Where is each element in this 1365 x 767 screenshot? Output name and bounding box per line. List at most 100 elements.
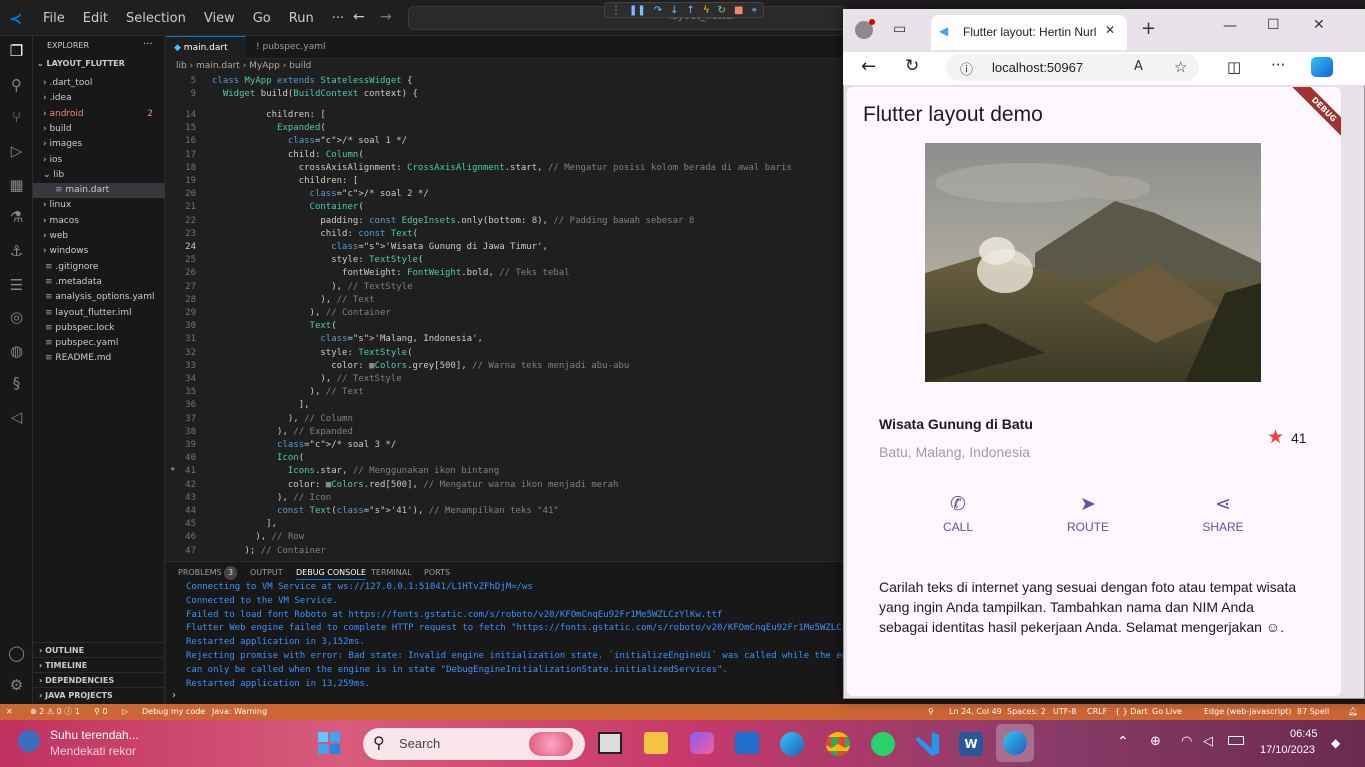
- tree-item[interactable]: › build: [33, 122, 165, 137]
- clock-time[interactable]: 06:45: [1290, 728, 1318, 740]
- code-line[interactable]: crossAxisAlignment: CrossAxisAlignment.s…: [212, 162, 792, 175]
- run-debug-icon[interactable]: ▷: [7, 142, 26, 161]
- tree-item[interactable]: ≡ layout_flutter.iml: [33, 306, 165, 321]
- tree-item[interactable]: ≡ .metadata: [33, 275, 165, 290]
- panel-tab[interactable]: DEBUG CONSOLE: [296, 566, 367, 580]
- code-line[interactable]: ), // Row: [212, 531, 304, 544]
- java-status[interactable]: Java: Warning: [212, 704, 267, 720]
- menu-item[interactable]: File: [34, 11, 74, 26]
- encoding[interactable]: UTF-8: [1053, 704, 1076, 720]
- address-bar[interactable]: ⓘ localhost:50967 A ☆: [946, 54, 1199, 81]
- whatsapp-icon[interactable]: [871, 732, 895, 756]
- browser-tab-active[interactable]: ◀ Flutter layout: Hertin Nurl ✕: [931, 15, 1127, 50]
- file-explorer-icon[interactable]: [644, 732, 668, 754]
- code-line[interactable]: class="s">'Wisata Gunung di Jawa Timur',: [212, 241, 548, 254]
- extensions-icon[interactable]: ▦: [7, 176, 26, 195]
- tree-item[interactable]: ≡ analysis_options.yaml: [33, 290, 165, 305]
- code-line[interactable]: ), // Column: [212, 413, 353, 426]
- edge-active-taskbar-button[interactable]: [996, 724, 1034, 762]
- docker-icon[interactable]: ◍: [7, 342, 26, 361]
- clock-date[interactable]: 17/10/2023: [1260, 744, 1315, 756]
- live-share-icon[interactable]: ◁: [7, 408, 26, 427]
- menu-item[interactable]: Edit: [74, 11, 117, 26]
- inspect-icon[interactable]: ⌖: [751, 5, 757, 16]
- wifi-icon[interactable]: ◠: [1181, 734, 1192, 749]
- refresh-icon[interactable]: ↻: [905, 56, 919, 76]
- split-screen-icon[interactable]: ◫: [1227, 58, 1241, 76]
- code-line[interactable]: children: [: [212, 109, 326, 122]
- call-button[interactable]: ✆ CALL: [918, 493, 998, 534]
- python-icon[interactable]: §: [7, 374, 26, 393]
- sidebar-section[interactable]: › JAVA PROJECTS: [33, 687, 165, 702]
- read-aloud-icon[interactable]: A: [1134, 59, 1143, 74]
- code-line[interactable]: class="c">/* soal 1 */: [212, 135, 407, 148]
- network-vpn-icon[interactable]: ⊕: [1150, 734, 1161, 749]
- maximize-icon[interactable]: ☐: [1267, 17, 1280, 33]
- code-line[interactable]: ), // TextStyle: [212, 373, 401, 386]
- tree-item[interactable]: ⌄ lib: [33, 168, 165, 183]
- panel-tab[interactable]: PROBLEMS: [178, 566, 222, 580]
- code-line[interactable]: ), // Expanded: [212, 426, 353, 439]
- battery-icon[interactable]: [1228, 736, 1244, 745]
- chevron-up-icon[interactable]: ⌃: [1117, 734, 1129, 750]
- source-control-icon[interactable]: ⑂: [7, 108, 26, 127]
- restart-icon[interactable]: ↻: [718, 5, 726, 16]
- url-text[interactable]: localhost:50967: [992, 60, 1083, 75]
- settings-gear-icon[interactable]: ⚙: [7, 676, 26, 695]
- site-info-icon[interactable]: ⓘ: [960, 59, 973, 78]
- testing-icon[interactable]: ⚗: [7, 208, 26, 227]
- tree-item[interactable]: ≡ .gitignore: [33, 260, 165, 275]
- menu-item[interactable]: Selection: [117, 11, 195, 26]
- pause-icon[interactable]: ❚❚: [629, 5, 646, 16]
- more-actions-icon[interactable]: ···: [143, 39, 153, 50]
- project-root[interactable]: ⌄ LAYOUT_FLUTTER: [37, 59, 125, 68]
- favorite-star-icon[interactable]: ☆: [1174, 58, 1187, 76]
- copilot-taskbar-icon[interactable]: [690, 732, 714, 754]
- route-button[interactable]: ➤ ROUTE: [1048, 493, 1128, 534]
- tree-item[interactable]: › android 2: [33, 107, 165, 122]
- word-icon[interactable]: W: [959, 732, 983, 756]
- tree-item[interactable]: › images: [33, 137, 165, 152]
- tree-item[interactable]: ≡ README.md: [33, 351, 165, 366]
- code-line[interactable]: class="s">'Malang, Indonesia',: [212, 333, 483, 346]
- code-line[interactable]: class="c">/* soal 2 */: [212, 188, 429, 201]
- ports-status[interactable]: ⚲ 0: [94, 704, 108, 720]
- sidebar-section[interactable]: › OUTLINE: [33, 642, 165, 657]
- code-line[interactable]: child: const Text(: [212, 228, 418, 241]
- sidebar-section[interactable]: › DEPENDENCIES: [33, 672, 165, 687]
- chrome-icon[interactable]: [826, 732, 850, 756]
- flutter-device[interactable]: Edge (web-javascript): [1204, 704, 1291, 720]
- code-line[interactable]: ), // Text: [212, 386, 364, 399]
- debug-toolbar[interactable]: ⋮ ❚❚ ↷ ↓ ↑ ϟ ↻ ■ ⌖: [604, 2, 764, 18]
- code-line[interactable]: children: [: [212, 175, 359, 188]
- flutter-icon[interactable]: ⚓: [7, 242, 26, 261]
- tree-item[interactable]: › linux: [33, 198, 165, 213]
- problems-count-badge[interactable]: 3: [224, 566, 238, 580]
- tab-close-icon[interactable]: ✕: [1105, 23, 1115, 37]
- panel-tab[interactable]: OUTPUT: [250, 566, 283, 580]
- code-line[interactable]: ); // Container: [212, 545, 326, 558]
- code-line[interactable]: ), // Container: [212, 307, 391, 320]
- minimize-icon[interactable]: —: [1223, 18, 1237, 34]
- tree-item[interactable]: ≡ pubspec.yaml: [33, 336, 165, 351]
- code-line[interactable]: Text(: [212, 320, 337, 333]
- tree-item[interactable]: ≡ main.dart: [33, 183, 165, 199]
- vscode-taskbar-icon[interactable]: [915, 732, 939, 756]
- debug-config[interactable]: Debug my code: [142, 704, 205, 720]
- zoom-icon[interactable]: ⚲: [928, 704, 934, 720]
- tree-item[interactable]: › .dart_tool: [33, 76, 165, 91]
- cursor-position[interactable]: Ln 24, Col 49: [949, 704, 1002, 720]
- code-line[interactable]: ],: [212, 399, 310, 412]
- console-prompt-icon[interactable]: ›: [172, 690, 176, 701]
- tab-main-dart[interactable]: ◆ main.dart ✕: [166, 36, 246, 76]
- outline-icon[interactable]: ☰: [7, 276, 26, 295]
- window-close-icon[interactable]: ✕: [1313, 17, 1325, 33]
- browser-back-icon[interactable]: ←: [861, 56, 876, 77]
- menu-item[interactable]: Go: [244, 11, 280, 26]
- explorer-icon[interactable]: ❐: [7, 42, 26, 61]
- code-line[interactable]: ), // Text: [212, 294, 374, 307]
- sticky-line[interactable]: Widget build(BuildContext context) {: [212, 88, 418, 101]
- weather-title[interactable]: Suhu terendah...: [50, 728, 139, 742]
- remote-icon[interactable]: ◎: [7, 308, 26, 327]
- tree-item[interactable]: › web: [33, 229, 165, 244]
